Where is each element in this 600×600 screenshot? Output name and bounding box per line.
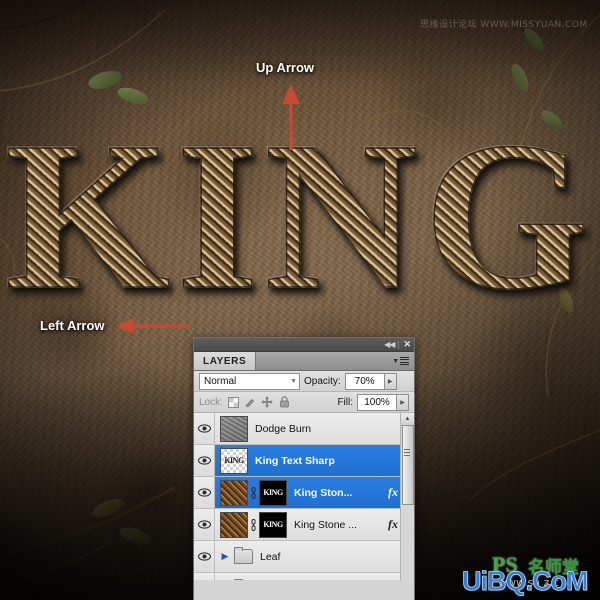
layer-mask-thumbnail[interactable]: KING xyxy=(259,479,287,506)
mask-link-icon[interactable] xyxy=(249,486,258,499)
layer-visibility-toggle[interactable] xyxy=(194,445,215,476)
blend-mode-value: Normal xyxy=(204,375,237,387)
opacity-control[interactable]: 70% ▶ xyxy=(344,372,397,390)
eye-icon xyxy=(197,488,211,497)
eye-icon xyxy=(197,552,211,561)
panel-tabbar: LAYERS ▼ xyxy=(194,352,414,371)
fill-value[interactable]: 100% xyxy=(357,393,397,411)
headline-king-text: KING xyxy=(5,97,595,333)
fill-spinner-icon[interactable]: ▶ xyxy=(397,393,409,411)
layers-scrollbar[interactable]: ▲ xyxy=(400,413,414,580)
layers-panel: ◀◀ ✕ LAYERS ▼ Normal ▼ Opacity: 70% ▶ Lo… xyxy=(193,337,415,600)
screenshot-canvas: KING KING Up Arrow Left Arrow 思缘设计论坛 WWW… xyxy=(0,0,600,600)
mask-link-icon[interactable] xyxy=(249,518,258,531)
close-icon[interactable]: ✕ xyxy=(403,340,411,349)
layers-list: Dodge Burn KING King Text Sharp KING Kin… xyxy=(194,413,414,580)
watermark-top-right: 思缘设计论坛 WWW.MISSYUAN.COM xyxy=(420,20,588,30)
eye-icon xyxy=(197,424,211,433)
layer-visibility-toggle[interactable] xyxy=(194,413,215,444)
panel-menu-icon[interactable]: ▼ xyxy=(392,352,414,370)
table-row[interactable]: ▶ Vine xyxy=(194,573,414,580)
panel-titlebar: ◀◀ ✕ xyxy=(194,338,414,352)
layer-mask-text: KING xyxy=(263,520,283,529)
annotation-label-left-arrow: Left Arrow xyxy=(40,318,105,333)
layer-visibility-toggle[interactable] xyxy=(194,509,215,540)
fill-control[interactable]: 100% ▶ xyxy=(357,393,409,411)
layer-visibility-toggle[interactable] xyxy=(194,477,215,508)
scrollbar-thumb[interactable] xyxy=(402,425,414,505)
fill-label: Fill: xyxy=(337,396,353,408)
opacity-label: Opacity: xyxy=(304,375,341,387)
blend-mode-row: Normal ▼ Opacity: 70% ▶ xyxy=(194,371,414,392)
layer-thumbnail[interactable] xyxy=(220,479,248,506)
table-row[interactable]: KING King Ston... fx ▼ xyxy=(194,477,414,509)
layer-name: Dodge Burn xyxy=(255,422,312,435)
tab-layers-label: LAYERS xyxy=(203,355,247,367)
table-row[interactable]: KING King Stone ... fx ▼ xyxy=(194,509,414,541)
lock-transparent-pixels-icon[interactable] xyxy=(227,396,240,409)
layer-mask-thumbnail[interactable]: KING xyxy=(259,511,287,538)
layer-visibility-toggle[interactable] xyxy=(194,573,215,580)
chevron-down-icon: ▼ xyxy=(392,357,399,365)
table-row[interactable]: KING King Text Sharp xyxy=(194,445,414,477)
annotation-label-up-arrow: Up Arrow xyxy=(256,60,315,75)
lock-label: Lock: xyxy=(199,396,223,408)
opacity-spinner-icon[interactable]: ▶ xyxy=(384,372,397,390)
lock-row: Lock: Fill: 100% ▶ xyxy=(194,392,414,413)
tab-layers[interactable]: LAYERS xyxy=(194,352,257,370)
expand-group-icon[interactable]: ▶ xyxy=(218,551,232,562)
layer-name: King Text Sharp xyxy=(255,454,335,467)
layer-thumbnail[interactable] xyxy=(220,511,248,538)
layer-thumbnail[interactable]: KING xyxy=(220,447,248,474)
eye-icon xyxy=(197,456,211,465)
collapse-panel-icon[interactable]: ◀◀ xyxy=(384,340,395,349)
layer-name: King Ston... xyxy=(294,486,353,499)
layer-thumbnail-text: KING xyxy=(224,456,244,465)
table-row[interactable]: ▶ Leaf xyxy=(194,541,414,573)
lock-image-pixels-icon[interactable] xyxy=(244,396,257,409)
eye-icon xyxy=(197,520,211,529)
layer-name: Leaf xyxy=(260,550,281,563)
scrollbar-grip-icon xyxy=(404,447,410,458)
titlebar-divider xyxy=(398,340,400,349)
menu-lines-icon xyxy=(400,355,409,367)
opacity-value[interactable]: 70% xyxy=(344,372,385,390)
lock-all-icon[interactable] xyxy=(278,396,291,409)
folder-icon xyxy=(234,547,253,564)
layer-visibility-toggle[interactable] xyxy=(194,541,215,572)
headline-king: KING xyxy=(0,108,600,322)
chevron-down-icon: ▼ xyxy=(290,377,297,385)
layer-name: King Stone ... xyxy=(294,518,358,531)
layer-mask-text: KING xyxy=(263,488,283,497)
watermark-bottom-brand: UiBQ.CoM xyxy=(462,566,589,597)
table-row[interactable]: Dodge Burn xyxy=(194,413,414,445)
lock-position-icon[interactable] xyxy=(261,396,274,409)
blend-mode-select[interactable]: Normal ▼ xyxy=(199,372,300,390)
layer-thumbnail[interactable] xyxy=(220,415,248,442)
